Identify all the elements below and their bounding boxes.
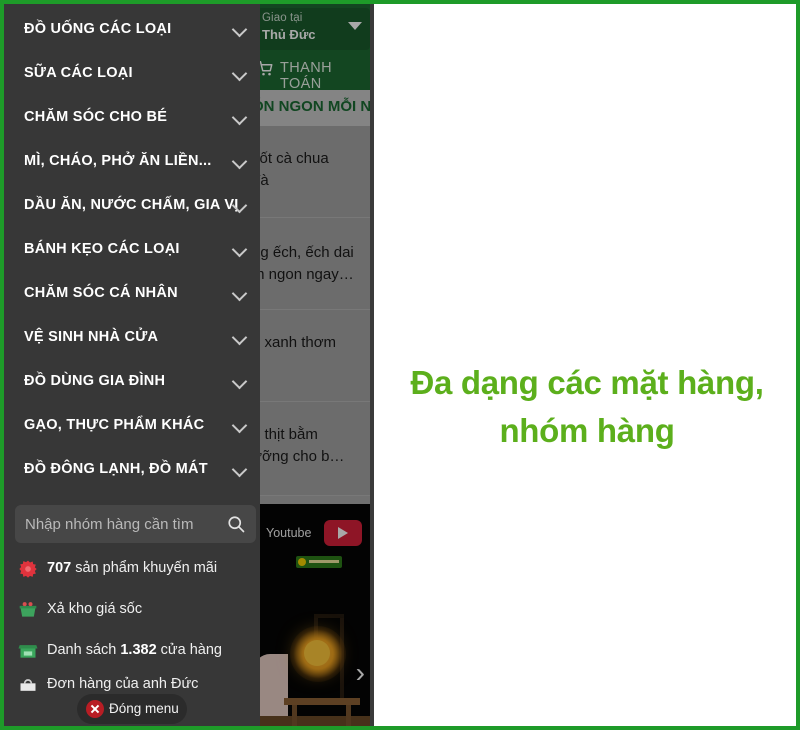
menu-item-banh-keo[interactable]: BÁNH KẸO CÁC LOẠI [4, 230, 260, 274]
chevron-down-icon[interactable] [232, 198, 248, 214]
menu-item-cham-soc-be[interactable]: CHĂM SÓC CHO BÉ [4, 98, 260, 142]
promotion-flower-icon [18, 559, 40, 581]
order-bag-icon [18, 675, 40, 697]
close-menu-button[interactable]: Đóng menu [77, 694, 187, 724]
phone-screenshot: Giao tại Thủ Đức THANH TOÁN ÓN NGON MỖI … [4, 4, 370, 726]
quick-link-label: Danh sách 1.382 cửa hàng [47, 642, 222, 658]
quick-link-promotions[interactable]: 707 sản phẩm khuyến mãi [4, 553, 260, 587]
store-count: 1.382 [120, 642, 157, 658]
clearance-basket-icon [18, 600, 40, 622]
search-icon[interactable] [226, 514, 246, 534]
quick-link-label: Xả kho giá sốc [47, 601, 143, 617]
menu-item-label: DẦU ĂN, NƯỚC CHẤM, GIA VỊ [24, 197, 239, 213]
search-input[interactable] [25, 505, 215, 543]
store-icon [18, 641, 40, 663]
menu-item-label: ĐỒ DÙNG GIA ĐÌNH [24, 373, 166, 389]
menu-item-label: CHĂM SÓC CHO BÉ [24, 109, 168, 125]
menu-item-label: ĐỒ UỐNG CÁC LOẠI [24, 21, 172, 37]
store-prefix: Danh sách [47, 642, 121, 658]
chevron-down-icon[interactable] [232, 66, 248, 82]
screenshot-frame: Giao tại Thủ Đức THANH TOÁN ÓN NGON MỖI … [0, 0, 800, 730]
chevron-down-icon[interactable] [232, 154, 248, 170]
quick-link-store-list[interactable]: Danh sách 1.382 cửa hàng [4, 635, 260, 669]
chevron-down-icon[interactable] [232, 242, 248, 258]
menu-item-dau-an-gia-vi[interactable]: DẦU ĂN, NƯỚC CHẤM, GIA VỊ [4, 186, 260, 230]
menu-item-label: ĐỒ ĐÔNG LẠNH, ĐỒ MÁT [24, 461, 208, 477]
chevron-down-icon[interactable] [232, 110, 248, 126]
quick-link-label: Đơn hàng của anh Đức [47, 676, 199, 692]
close-menu-label: Đóng menu [109, 701, 179, 716]
chevron-down-icon[interactable] [232, 330, 248, 346]
chevron-down-icon[interactable] [232, 286, 248, 302]
category-menu-drawer: ĐỒ UỐNG CÁC LOẠI SỮA CÁC LOẠI CHĂM SÓC C… [4, 4, 260, 726]
close-circle-icon [86, 700, 104, 718]
menu-item-label: GẠO, THỰC PHẨM KHÁC [24, 417, 205, 433]
chevron-down-icon[interactable] [232, 22, 248, 38]
quick-link-label: 707 sản phẩm khuyến mãi [47, 560, 217, 576]
quick-link-clearance[interactable]: Xả kho giá sốc [4, 594, 260, 628]
menu-item-gao-thuc-pham[interactable]: GẠO, THỰC PHẨM KHÁC [4, 406, 260, 450]
chevron-down-icon[interactable] [232, 462, 248, 478]
caption-line-1: Đa dạng các mặt hàng, [410, 364, 764, 401]
caption-text: Đa dạng các mặt hàng, nhóm hàng [374, 359, 796, 455]
caption-panel: Đa dạng các mặt hàng, nhóm hàng [374, 4, 796, 726]
menu-item-label: VỆ SINH NHÀ CỬA [24, 329, 159, 345]
promotion-suffix: sản phẩm khuyến mãi [71, 560, 218, 576]
category-search-box[interactable] [15, 505, 256, 543]
caption-line-2: nhóm hàng [499, 412, 675, 449]
menu-item-label: SỮA CÁC LOẠI [24, 65, 133, 81]
chevron-down-icon[interactable] [232, 418, 248, 434]
menu-item-label: MÌ, CHÁO, PHỞ ĂN LIỀN... [24, 153, 212, 169]
menu-item-label: CHĂM SÓC CÁ NHÂN [24, 285, 178, 301]
menu-item-do-dung-gia-dinh[interactable]: ĐỒ DÙNG GIA ĐÌNH [4, 362, 260, 406]
menu-item-sua[interactable]: SỮA CÁC LOẠI [4, 54, 260, 98]
menu-item-do-dong-lanh[interactable]: ĐỒ ĐÔNG LẠNH, ĐỒ MÁT [4, 450, 260, 494]
store-suffix: cửa hàng [156, 642, 222, 658]
menu-item-ve-sinh-nha-cua[interactable]: VỆ SINH NHÀ CỬA [4, 318, 260, 362]
menu-item-cham-soc-ca-nhan[interactable]: CHĂM SÓC CÁ NHÂN [4, 274, 260, 318]
chevron-down-icon[interactable] [232, 374, 248, 390]
menu-item-mi-chao-pho[interactable]: MÌ, CHÁO, PHỞ ĂN LIỀN... [4, 142, 260, 186]
promotion-count: 707 [47, 560, 72, 576]
menu-item-do-uong[interactable]: ĐỒ UỐNG CÁC LOẠI [4, 10, 260, 54]
menu-item-label: BÁNH KẸO CÁC LOẠI [24, 241, 180, 257]
